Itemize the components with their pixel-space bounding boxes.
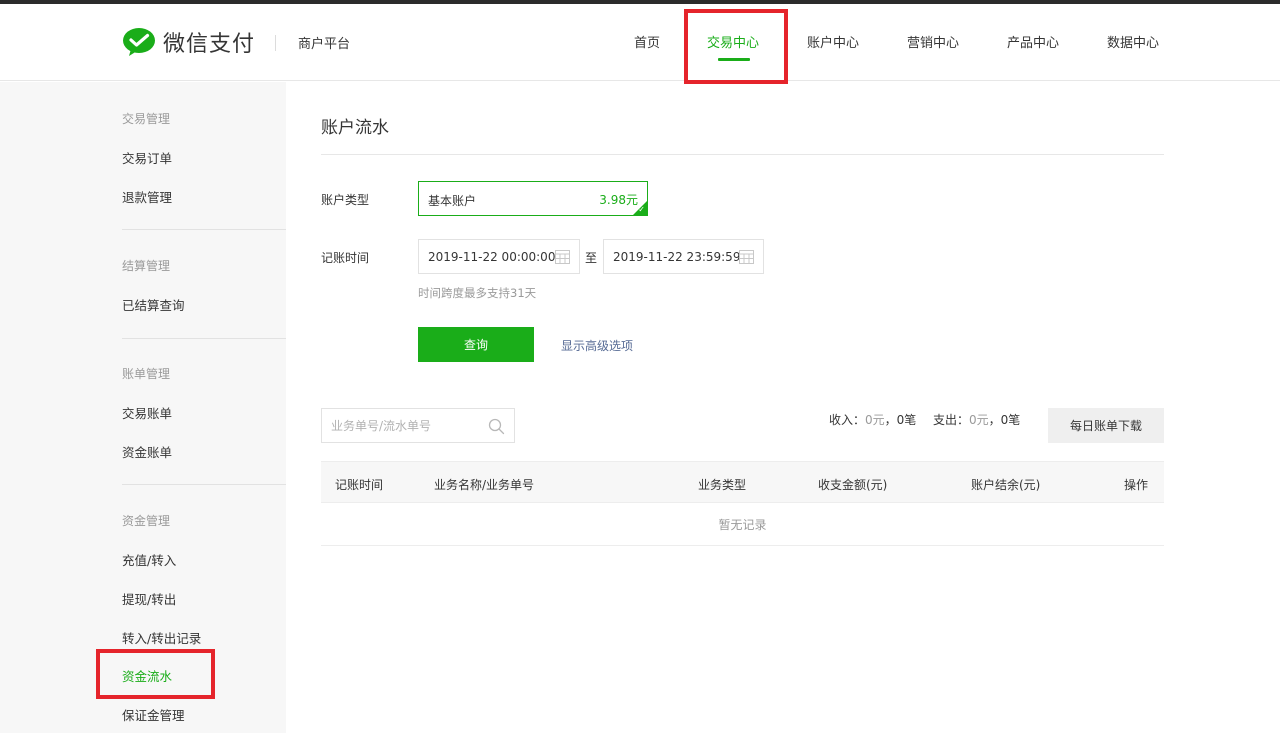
advanced-options-link[interactable]: 显示高级选项 bbox=[561, 337, 633, 354]
end-time-input[interactable]: 2019-11-22 23:59:59 bbox=[603, 239, 764, 274]
income-amount: 0元 bbox=[865, 413, 885, 427]
account-name: 基本账户 bbox=[428, 194, 477, 208]
nav-data-center[interactable]: 数据中心 bbox=[1107, 32, 1159, 51]
platform-label: 商户平台 bbox=[298, 37, 351, 52]
column-header: 记账时间 bbox=[335, 478, 384, 492]
calendar-icon[interactable] bbox=[739, 250, 754, 264]
time-span-hint: 时间跨度最多支持31天 bbox=[418, 286, 537, 300]
income-count: ，0笔 bbox=[884, 413, 917, 427]
title-divider bbox=[321, 154, 1164, 155]
sidebar-group-trade: 交易管理 bbox=[122, 112, 171, 126]
check-icon: ✓ bbox=[638, 205, 645, 214]
highlight-box-nav bbox=[684, 9, 788, 84]
nav-home[interactable]: 首页 bbox=[634, 32, 660, 51]
brand-name: 微信支付 bbox=[163, 32, 256, 57]
empty-table-message: 暂无记录 bbox=[321, 504, 1164, 546]
top-header: 微信支付 商户平台 首页 交易中心 账户中心 营销中心 产品中心 数据中心 bbox=[0, 4, 1280, 81]
sidebar-item-withdraw[interactable]: 提现/转出 bbox=[122, 589, 176, 608]
time-label: 记账时间 bbox=[321, 251, 370, 265]
search-icon[interactable] bbox=[488, 418, 505, 435]
sidebar-group-settlement: 结算管理 bbox=[122, 259, 171, 273]
wechat-pay-logo-icon bbox=[123, 28, 155, 56]
expense-count: ，0笔 bbox=[988, 413, 1021, 427]
column-header: 账户结余(元) bbox=[971, 478, 1041, 492]
sidebar-item-recharge[interactable]: 充值/转入 bbox=[122, 550, 176, 569]
sidebar-item-deposit[interactable]: 保证金管理 bbox=[122, 705, 185, 724]
column-header: 业务名称/业务单号 bbox=[434, 478, 535, 492]
header-divider bbox=[275, 35, 276, 51]
query-button[interactable]: 查询 bbox=[418, 327, 534, 362]
nav-account-center[interactable]: 账户中心 bbox=[807, 32, 859, 51]
highlight-box-sidebar bbox=[96, 649, 215, 699]
table-header: 记账时间 业务名称/业务单号 业务类型 收支金额(元) 账户结余(元) 操作 bbox=[321, 461, 1164, 503]
account-type-option[interactable]: 基本账户 3.98元 ✓ bbox=[418, 181, 648, 216]
column-header: 收支金额(元) bbox=[818, 478, 888, 492]
start-time-value: 2019-11-22 00:00:00 bbox=[428, 250, 556, 264]
expense-amount: 0元 bbox=[969, 413, 989, 427]
sidebar-divider bbox=[122, 229, 286, 230]
sidebar-item-settled-query[interactable]: 已结算查询 bbox=[122, 295, 185, 314]
column-header: 操作 bbox=[1124, 478, 1149, 492]
nav-product-center[interactable]: 产品中心 bbox=[1007, 32, 1059, 51]
column-header: 业务类型 bbox=[698, 478, 747, 492]
sidebar-item-refunds[interactable]: 退款管理 bbox=[122, 187, 172, 206]
search-input[interactable] bbox=[331, 417, 481, 435]
sidebar-group-bills: 账单管理 bbox=[122, 367, 171, 381]
expense-summary: 支出：0元，0笔 bbox=[933, 411, 1020, 428]
search-field bbox=[321, 408, 515, 443]
sidebar-item-trade-bill[interactable]: 交易账单 bbox=[122, 403, 172, 422]
sidebar-item-transfer-records[interactable]: 转入/转出记录 bbox=[122, 628, 201, 647]
brand-logo[interactable]: 微信支付 bbox=[122, 26, 255, 58]
page-title: 账户流水 bbox=[321, 118, 389, 138]
calendar-icon[interactable] bbox=[555, 250, 570, 264]
account-type-label: 账户类型 bbox=[321, 193, 370, 207]
expense-label: 支出： bbox=[933, 413, 970, 427]
income-summary: 收入：0元，0笔 bbox=[829, 411, 916, 428]
start-time-input[interactable]: 2019-11-22 00:00:00 bbox=[418, 239, 580, 274]
sidebar-divider bbox=[122, 484, 286, 485]
sidebar-item-fund-bill[interactable]: 资金账单 bbox=[122, 442, 172, 461]
sidebar-divider bbox=[122, 338, 286, 339]
date-separator: 至 bbox=[585, 251, 598, 265]
sidebar-group-funds: 资金管理 bbox=[122, 514, 171, 528]
end-time-value: 2019-11-22 23:59:59 bbox=[613, 250, 741, 264]
daily-bill-download-button[interactable]: 每日账单下载 bbox=[1048, 408, 1164, 443]
sidebar-item-trade-orders[interactable]: 交易订单 bbox=[122, 148, 172, 167]
income-label: 收入： bbox=[829, 413, 866, 427]
nav-marketing-center[interactable]: 营销中心 bbox=[907, 32, 959, 51]
